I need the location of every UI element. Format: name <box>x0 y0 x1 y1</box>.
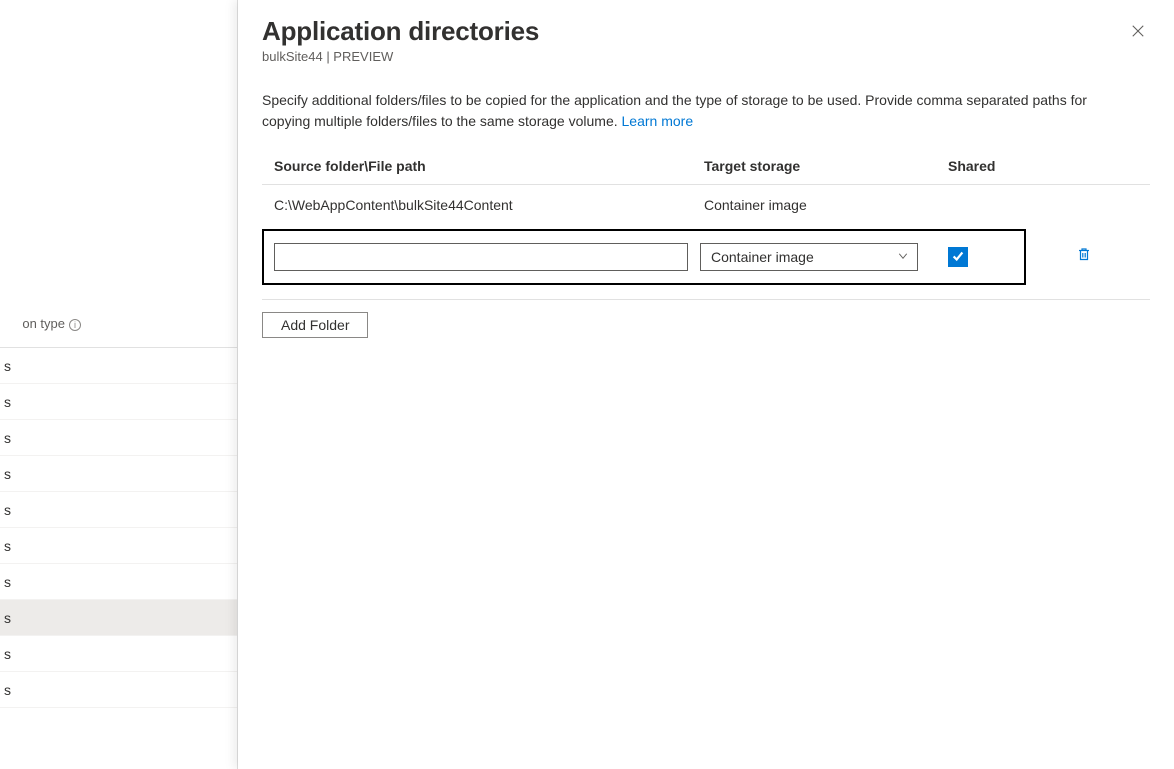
list-item-label: s <box>4 502 11 518</box>
table-row: C:\WebAppContent\bulkSite44Content Conta… <box>262 185 1150 225</box>
list-item[interactable]: s <box>0 420 237 456</box>
column-header-source: Source folder\File path <box>274 158 704 174</box>
column-header-target: Target storage <box>704 158 948 174</box>
chevron-down-icon <box>897 249 909 265</box>
list-item-label: s <box>4 610 11 626</box>
list-item-label: s <box>4 646 11 662</box>
close-button[interactable] <box>1126 20 1150 44</box>
target-storage-select[interactable]: Container image <box>700 243 918 271</box>
cell-target: Container image <box>704 197 948 213</box>
add-folder-button[interactable]: Add Folder <box>262 312 368 338</box>
form-row-highlight: Container image <box>262 229 1026 285</box>
learn-more-link[interactable]: Learn more <box>622 113 694 129</box>
background-left-panel: on type i s s s s s s s s s s <box>0 0 238 769</box>
list-item[interactable]: s <box>0 492 237 528</box>
list-item[interactable]: s <box>0 564 237 600</box>
application-directories-blade: Application directories bulkSite44 | PRE… <box>238 0 1174 769</box>
target-storage-selected-label: Container image <box>711 249 814 265</box>
shared-checkbox[interactable] <box>948 247 968 267</box>
column-header-shared: Shared <box>948 158 1028 174</box>
list-item[interactable]: s <box>0 636 237 672</box>
list-item-label: s <box>4 466 11 482</box>
description-text: Specify additional folders/files to be c… <box>262 90 1122 132</box>
trash-icon <box>1076 246 1092 265</box>
list-item-label: s <box>4 682 11 698</box>
list-item[interactable]: s <box>0 528 237 564</box>
info-icon[interactable]: i <box>69 316 81 332</box>
list-item-label: s <box>4 358 11 374</box>
list-item[interactable]: s <box>0 600 237 636</box>
form-row: Container image <box>262 225 1150 300</box>
filter-label-row: on type i <box>0 300 237 348</box>
delete-row-button[interactable] <box>1072 243 1096 267</box>
list-item[interactable]: s <box>0 384 237 420</box>
cell-source: C:\WebAppContent\bulkSite44Content <box>274 197 704 213</box>
page-subtitle: bulkSite44 | PREVIEW <box>262 49 1150 64</box>
source-folder-input[interactable] <box>274 243 688 271</box>
checkmark-icon <box>951 249 965 266</box>
list-item-label: s <box>4 574 11 590</box>
list-item-label: s <box>4 430 11 446</box>
page-title: Application directories <box>262 16 1150 47</box>
table-header-row: Source folder\File path Target storage S… <box>262 150 1150 185</box>
list-item[interactable]: s <box>0 456 237 492</box>
close-icon <box>1131 24 1145 41</box>
list-item[interactable]: s <box>0 348 237 384</box>
list-item-label: s <box>4 394 11 410</box>
list-item[interactable]: s <box>0 672 237 708</box>
list-item-label: s <box>4 538 11 554</box>
filter-label-text: on type <box>22 316 65 331</box>
